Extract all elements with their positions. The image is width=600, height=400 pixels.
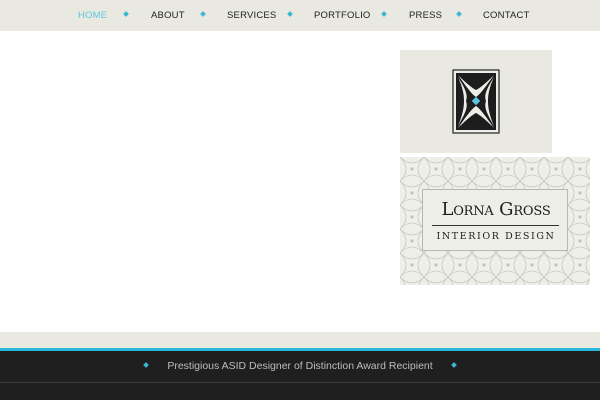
- brand-name: Lorna Gross: [441, 199, 551, 220]
- diamond-separator-icon: [200, 11, 206, 17]
- brand-logo-card[interactable]: Lorna Gross Interior Design: [400, 157, 590, 285]
- nav-about-link[interactable]: ABOUT: [151, 10, 185, 21]
- emblem-logo[interactable]: [400, 50, 552, 153]
- footer-top-band: [0, 332, 600, 348]
- footer-divider: [0, 382, 600, 383]
- diamond-separator-icon: [381, 11, 387, 17]
- diamond-left-icon: [143, 362, 149, 368]
- nav-press-link[interactable]: PRESS: [409, 10, 442, 21]
- brand-divider: [432, 225, 559, 226]
- diamond-separator-icon: [456, 11, 462, 17]
- site-footer: Prestigious ASID Designer of Distinction…: [0, 351, 600, 400]
- main-navigation: HOME ABOUT SERVICES PORTFOLIO PRESS CONT…: [0, 0, 600, 31]
- nav-contact-link[interactable]: CONTACT: [483, 10, 530, 21]
- brand-tagline: Interior Design: [436, 231, 556, 242]
- ornamental-x-emblem-icon: [452, 69, 500, 134]
- nav-home-link[interactable]: HOME: [78, 10, 107, 21]
- diamond-separator-icon: [287, 11, 293, 17]
- diamond-right-icon: [451, 362, 457, 368]
- brand-nameplate: Lorna Gross Interior Design: [422, 189, 568, 251]
- nav-portfolio-link[interactable]: PORTFOLIO: [314, 10, 371, 21]
- award-text: Prestigious ASID Designer of Distinction…: [167, 360, 433, 372]
- nav-services-link[interactable]: SERVICES: [227, 10, 276, 21]
- diamond-separator-icon: [123, 11, 129, 17]
